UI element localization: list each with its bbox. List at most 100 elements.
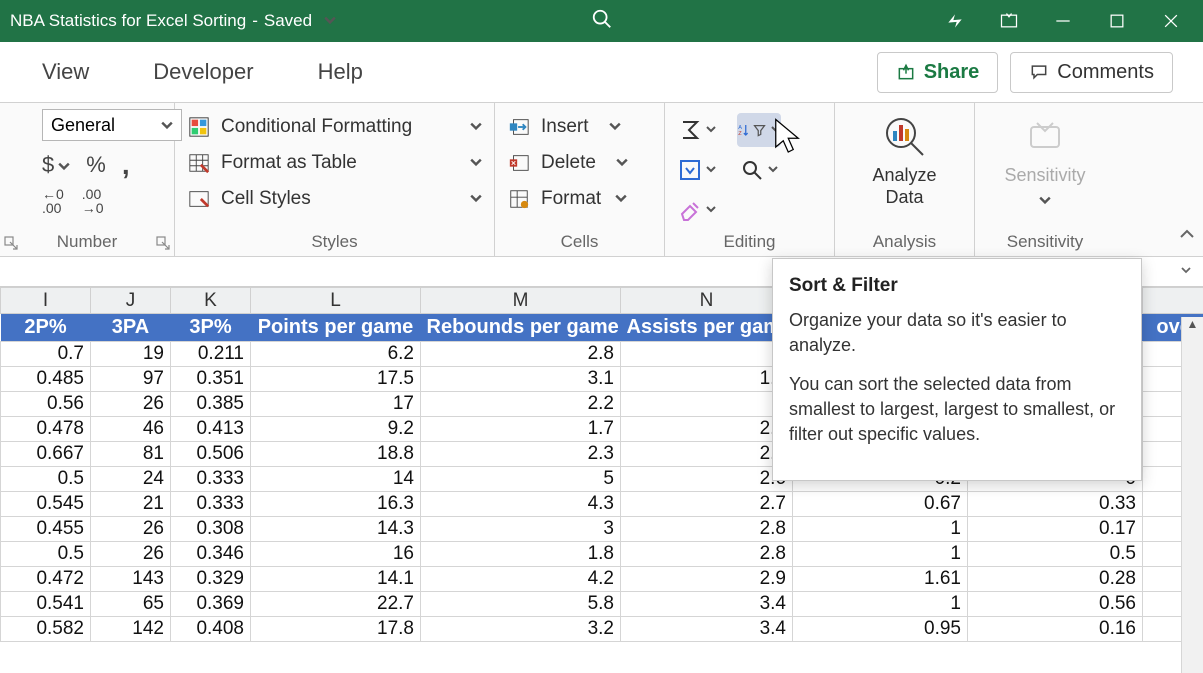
cell[interactable]: 0.346 — [171, 542, 251, 567]
cell[interactable]: 0.369 — [171, 592, 251, 617]
mic-icon[interactable] — [943, 9, 967, 33]
number-format-combo[interactable]: General — [42, 109, 182, 141]
cell[interactable]: 46 — [91, 417, 171, 442]
decrease-decimal-icon[interactable]: .00→0 — [82, 187, 104, 215]
search-icon[interactable] — [591, 8, 613, 35]
cell[interactable]: 3.4 — [621, 592, 793, 617]
cell[interactable]: 3 — [421, 517, 621, 542]
table-row[interactable]: 0.541650.36922.75.83.410.56 — [1, 592, 1203, 617]
clear-button[interactable] — [675, 193, 719, 227]
cell[interactable]: 81 — [91, 442, 171, 467]
cell[interactable]: 0.5 — [968, 542, 1143, 567]
column-letter[interactable]: I — [1, 288, 91, 314]
analyze-data-button[interactable]: Analyze Data — [845, 109, 964, 208]
cell[interactable]: 0.211 — [171, 342, 251, 367]
cell[interactable]: 0.28 — [968, 567, 1143, 592]
cell[interactable]: 1.7 — [421, 417, 621, 442]
column-letter[interactable]: K — [171, 288, 251, 314]
cell[interactable]: 0.333 — [171, 467, 251, 492]
cell[interactable]: 22.7 — [251, 592, 421, 617]
cell[interactable]: 17.8 — [251, 617, 421, 642]
tab-help[interactable]: Help — [306, 53, 375, 91]
cell[interactable]: 1.5 — [621, 367, 793, 392]
cell[interactable]: 0.67 — [793, 492, 968, 517]
cell[interactable]: 1 — [793, 517, 968, 542]
cell[interactable]: 19 — [91, 342, 171, 367]
close-button[interactable] — [1159, 9, 1183, 33]
table-row[interactable]: 0.5821420.40817.83.23.40.950.16 — [1, 617, 1203, 642]
cell[interactable]: 2 — [621, 392, 793, 417]
cell[interactable]: 3.1 — [421, 367, 621, 392]
cell[interactable]: 3.2 — [421, 617, 621, 642]
cell[interactable]: 2.6 — [621, 467, 793, 492]
cell[interactable]: 0.5 — [1, 542, 91, 567]
cell[interactable]: 0.308 — [171, 517, 251, 542]
cell[interactable]: 0.582 — [1, 617, 91, 642]
cell[interactable]: 0.351 — [171, 367, 251, 392]
column-letter[interactable]: L — [251, 288, 421, 314]
sensitivity-button[interactable]: Sensitivity — [985, 109, 1105, 211]
table-row[interactable]: 0.5260.346161.82.810.5 — [1, 542, 1203, 567]
cell[interactable]: 0.333 — [171, 492, 251, 517]
cell[interactable]: 0.33 — [968, 492, 1143, 517]
cell[interactable]: 16 — [251, 542, 421, 567]
cell[interactable]: 2.9 — [621, 567, 793, 592]
tab-view[interactable]: View — [30, 53, 101, 91]
cell[interactable]: 0.95 — [793, 617, 968, 642]
cell[interactable]: 2.3 — [421, 442, 621, 467]
find-select-button[interactable] — [737, 153, 781, 187]
cell[interactable]: 5.8 — [421, 592, 621, 617]
cell[interactable]: 0.408 — [171, 617, 251, 642]
cell[interactable]: 0.485 — [1, 367, 91, 392]
cell[interactable]: 1.61 — [793, 567, 968, 592]
cell[interactable]: 24 — [91, 467, 171, 492]
cell[interactable]: 0.506 — [171, 442, 251, 467]
cell[interactable]: 2.2 — [421, 392, 621, 417]
minimize-button[interactable] — [1051, 9, 1075, 33]
cell[interactable]: 4.2 — [421, 567, 621, 592]
increase-decimal-icon[interactable]: ←0.00 — [42, 187, 64, 215]
cell[interactable]: 0.667 — [1, 442, 91, 467]
cell[interactable]: 14 — [251, 467, 421, 492]
cell[interactable]: 143 — [91, 567, 171, 592]
cell[interactable]: 0.56 — [968, 592, 1143, 617]
title-dropdown[interactable] — [324, 11, 336, 31]
cell[interactable]: 1.8 — [421, 542, 621, 567]
cell[interactable]: 3.4 — [621, 617, 793, 642]
cell[interactable]: 21 — [91, 492, 171, 517]
cell[interactable]: 14.1 — [251, 567, 421, 592]
cell-styles-button[interactable]: Cell Styles — [185, 183, 484, 215]
cell[interactable]: 0.5 — [1, 467, 91, 492]
ribbon-mode-icon[interactable] — [997, 9, 1021, 33]
cell[interactable]: 0.472 — [1, 567, 91, 592]
cell[interactable]: 17.5 — [251, 367, 421, 392]
cell[interactable]: 0.478 — [1, 417, 91, 442]
table-row[interactable]: 0.545210.33316.34.32.70.670.33 — [1, 492, 1203, 517]
cell[interactable]: 26 — [91, 392, 171, 417]
cell[interactable]: 65 — [91, 592, 171, 617]
expand-formula-bar[interactable] — [1179, 263, 1193, 282]
cell[interactable]: 1 — [793, 592, 968, 617]
cell[interactable]: 5 — [421, 467, 621, 492]
cell[interactable]: 16.3 — [251, 492, 421, 517]
cell[interactable]: 14.3 — [251, 517, 421, 542]
format-as-table-button[interactable]: Format as Table — [185, 147, 484, 179]
format-button[interactable]: Format — [505, 183, 654, 215]
cell[interactable]: 0.17 — [968, 517, 1143, 542]
cell[interactable]: 2.8 — [421, 342, 621, 367]
collapse-ribbon-button[interactable] — [1179, 227, 1195, 248]
cell[interactable]: 26 — [91, 542, 171, 567]
conditional-formatting-button[interactable]: Conditional Formatting — [185, 111, 484, 143]
cell[interactable]: 0.16 — [968, 617, 1143, 642]
fill-button[interactable] — [675, 153, 719, 187]
cell[interactable]: 0.385 — [171, 392, 251, 417]
column-letter[interactable]: M — [421, 288, 621, 314]
autosum-button[interactable] — [675, 113, 719, 147]
table-row[interactable]: 0.455260.30814.332.810.17 — [1, 517, 1203, 542]
cell[interactable]: 17 — [251, 392, 421, 417]
cell[interactable]: 0.56 — [1, 392, 91, 417]
cell[interactable]: 97 — [91, 367, 171, 392]
table-row[interactable]: 0.4721430.32914.14.22.91.610.28 — [1, 567, 1203, 592]
cell[interactable]: 1 — [621, 342, 793, 367]
percent-icon[interactable]: % — [86, 152, 106, 178]
